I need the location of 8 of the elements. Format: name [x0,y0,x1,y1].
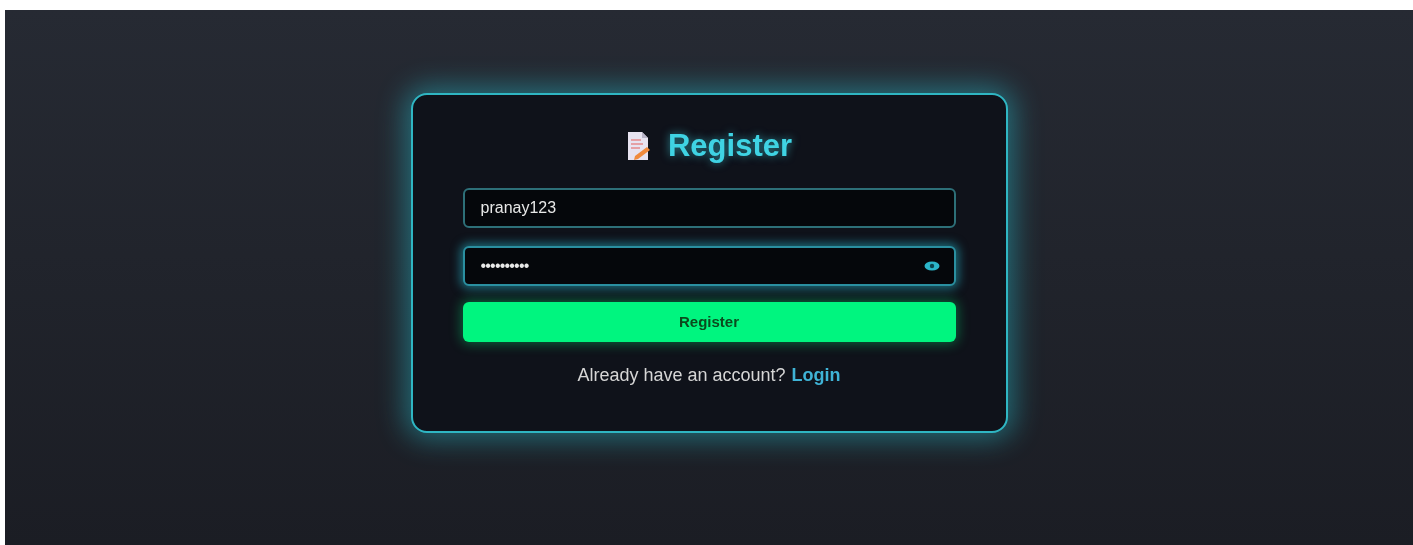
login-link[interactable]: Login [791,362,841,389]
login-prompt: Already have an account? [577,364,786,387]
eye-icon[interactable] [923,261,940,271]
document-pencil-icon [625,131,652,161]
password-field[interactable]: •••••••••• [462,246,956,286]
register-button[interactable]: Register [462,302,956,342]
username-field[interactable]: pranay123 [462,188,956,228]
form-title: Register [667,126,792,165]
